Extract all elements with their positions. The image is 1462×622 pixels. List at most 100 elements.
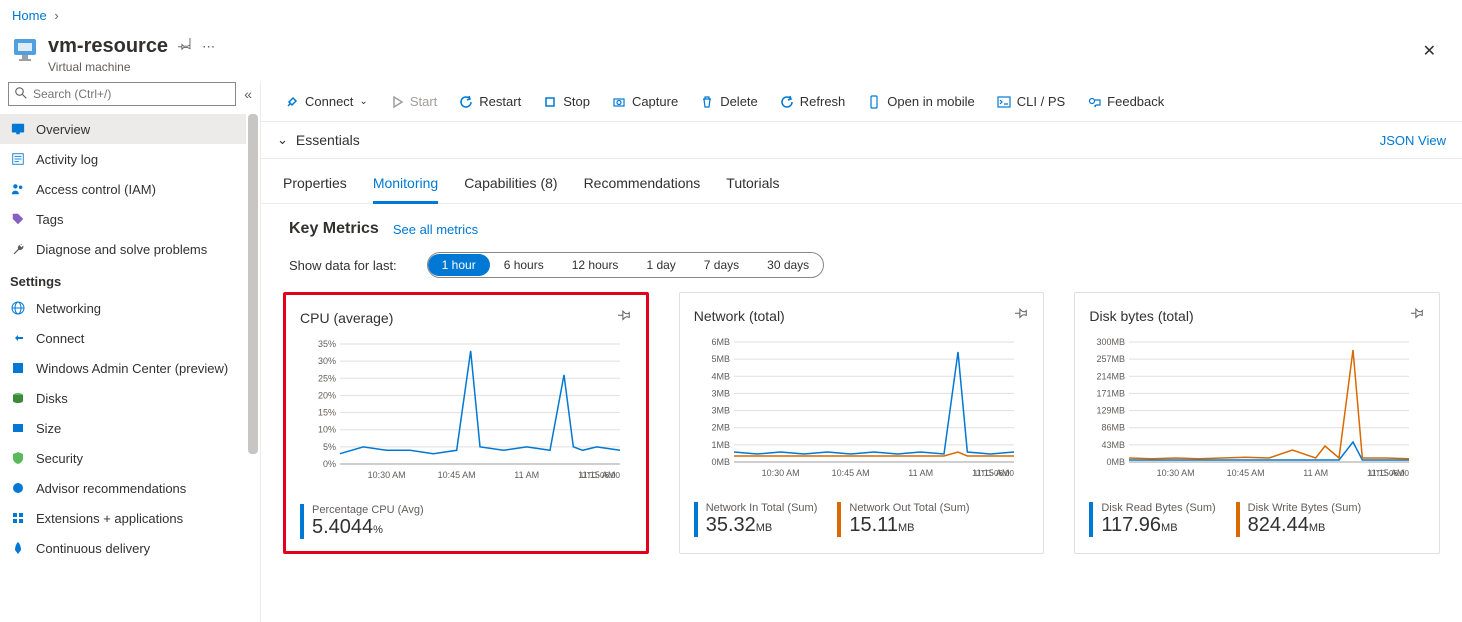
legend-value: 35.32: [706, 514, 756, 536]
nav-diagnose[interactable]: Diagnose and solve problems: [0, 234, 246, 264]
stop-button[interactable]: Stop: [533, 90, 600, 113]
legend-color-orange: [837, 502, 841, 537]
svg-text:11 AM: 11 AM: [514, 470, 539, 480]
legend-color-blue: [1089, 502, 1093, 537]
refresh-icon: [780, 95, 794, 109]
see-all-metrics-link[interactable]: See all metrics: [393, 222, 478, 237]
breadcrumb-home[interactable]: Home: [12, 8, 47, 23]
delete-button[interactable]: Delete: [690, 90, 768, 113]
plug-icon: [285, 95, 299, 109]
vm-icon: [12, 37, 38, 63]
tab-recommendations[interactable]: Recommendations: [584, 169, 701, 203]
size-icon: [10, 420, 26, 436]
page-title: vm-resource: [48, 35, 168, 58]
tab-capabilities[interactable]: Capabilities (8): [464, 169, 557, 203]
nav-extensions[interactable]: Extensions + applications: [0, 503, 246, 533]
svg-text:300MB: 300MB: [1097, 337, 1126, 347]
pin-icon[interactable]: [1015, 307, 1029, 324]
svg-text:171MB: 171MB: [1097, 388, 1126, 398]
legend-value: 824.44: [1248, 514, 1309, 536]
nav-disks[interactable]: Disks: [0, 383, 246, 413]
refresh-button[interactable]: Refresh: [770, 90, 856, 113]
range-1day[interactable]: 1 day: [632, 254, 689, 276]
pin-icon[interactable]: [178, 38, 192, 55]
tab-monitoring[interactable]: Monitoring: [373, 169, 438, 204]
restart-icon: [459, 95, 473, 109]
nav-access-control[interactable]: Access control (IAM): [0, 174, 246, 204]
nav-label: Networking: [36, 301, 101, 316]
legend-name: Network In Total (Sum): [706, 502, 818, 514]
metric-card-disk[interactable]: Disk bytes (total) 0MB43MB86MB129MB171MB…: [1074, 292, 1440, 554]
svg-text:10:45 AM: 10:45 AM: [1227, 468, 1265, 478]
cpu-chart: 0%5%10%15%20%25%30%35%10:30 AM10:45 AM11…: [300, 336, 632, 496]
nav-continuous-delivery[interactable]: Continuous delivery: [0, 533, 246, 563]
advisor-icon: [10, 480, 26, 496]
range-12hours[interactable]: 12 hours: [558, 254, 633, 276]
range-6hours[interactable]: 6 hours: [490, 254, 558, 276]
nav-connect[interactable]: Connect: [0, 323, 246, 353]
scrollbar[interactable]: [248, 114, 258, 454]
nav-security[interactable]: Security: [0, 443, 246, 473]
metric-card-cpu[interactable]: CPU (average) 0%5%10%15%20%25%30%35%10:3…: [283, 292, 649, 554]
network-icon: [10, 300, 26, 316]
rocket-icon: [10, 540, 26, 556]
nav-networking[interactable]: Networking: [0, 293, 246, 323]
nav-windows-admin[interactable]: Windows Admin Center (preview): [0, 353, 246, 383]
nav-advisor[interactable]: Advisor recommendations: [0, 473, 246, 503]
open-mobile-button[interactable]: Open in mobile: [857, 90, 984, 113]
range-7days[interactable]: 7 days: [690, 254, 753, 276]
svg-text:10:45 AM: 10:45 AM: [831, 468, 869, 478]
legend-value: 15.11: [849, 514, 898, 536]
capture-button[interactable]: Capture: [602, 90, 688, 113]
nav-activity-log[interactable]: Activity log: [0, 144, 246, 174]
svg-text:11 AM: 11 AM: [908, 468, 933, 478]
legend-unit: MB: [756, 522, 773, 534]
svg-text:2MB: 2MB: [711, 423, 730, 433]
restart-button[interactable]: Restart: [449, 90, 531, 113]
metric-card-network[interactable]: Network (total) 0MB1MB2MB3MB3MB4MB5MB6MB…: [679, 292, 1045, 554]
legend-name: Disk Read Bytes (Sum): [1101, 502, 1215, 514]
nav-label: Activity log: [36, 152, 98, 167]
legend-name: Network Out Total (Sum): [849, 502, 969, 514]
range-1hour[interactable]: 1 hour: [428, 254, 490, 276]
server-icon: [10, 360, 26, 376]
collapse-icon[interactable]: «: [244, 86, 252, 102]
json-view-link[interactable]: JSON View: [1380, 133, 1446, 148]
breadcrumb: Home ›: [0, 0, 1462, 31]
range-30days[interactable]: 30 days: [753, 254, 823, 276]
side-nav: Overview Activity log Access control (IA…: [0, 114, 260, 622]
svg-text:86MB: 86MB: [1102, 423, 1126, 433]
svg-text:0MB: 0MB: [1107, 457, 1126, 467]
more-icon[interactable]: ⋯: [202, 39, 215, 55]
chevron-right-icon: ›: [50, 8, 62, 23]
cli-ps-button[interactable]: CLI / PS: [987, 90, 1075, 113]
svg-text:10:30 AM: 10:30 AM: [368, 470, 406, 480]
svg-text:43MB: 43MB: [1102, 440, 1126, 450]
close-icon[interactable]: ✕: [1409, 35, 1450, 67]
tab-tutorials[interactable]: Tutorials: [726, 169, 779, 203]
tag-icon: [10, 211, 26, 227]
feedback-button[interactable]: Feedback: [1077, 90, 1174, 113]
legend-color-blue: [300, 504, 304, 539]
connect-button[interactable]: Connect ⌄: [275, 90, 378, 113]
trash-icon: [700, 95, 714, 109]
svg-text:6MB: 6MB: [711, 337, 730, 347]
tab-properties[interactable]: Properties: [283, 169, 347, 203]
svg-text:10%: 10%: [318, 425, 336, 435]
pin-icon[interactable]: [618, 309, 632, 326]
nav-label: Disks: [36, 391, 68, 406]
essentials-row[interactable]: ⌄ Essentials JSON View: [261, 122, 1462, 159]
search-icon: [15, 87, 27, 102]
key-metrics-heading: Key Metrics: [289, 220, 379, 238]
nav-label: Diagnose and solve problems: [36, 242, 207, 257]
start-button[interactable]: Start: [380, 90, 447, 113]
nav-overview[interactable]: Overview: [0, 114, 246, 144]
search-input[interactable]: [31, 86, 229, 102]
nav-size[interactable]: Size: [0, 413, 246, 443]
search-box[interactable]: [8, 82, 236, 106]
svg-text:30%: 30%: [318, 356, 336, 366]
svg-text:20%: 20%: [318, 390, 336, 400]
log-icon: [10, 151, 26, 167]
pin-icon[interactable]: [1411, 307, 1425, 324]
nav-tags[interactable]: Tags: [0, 204, 246, 234]
